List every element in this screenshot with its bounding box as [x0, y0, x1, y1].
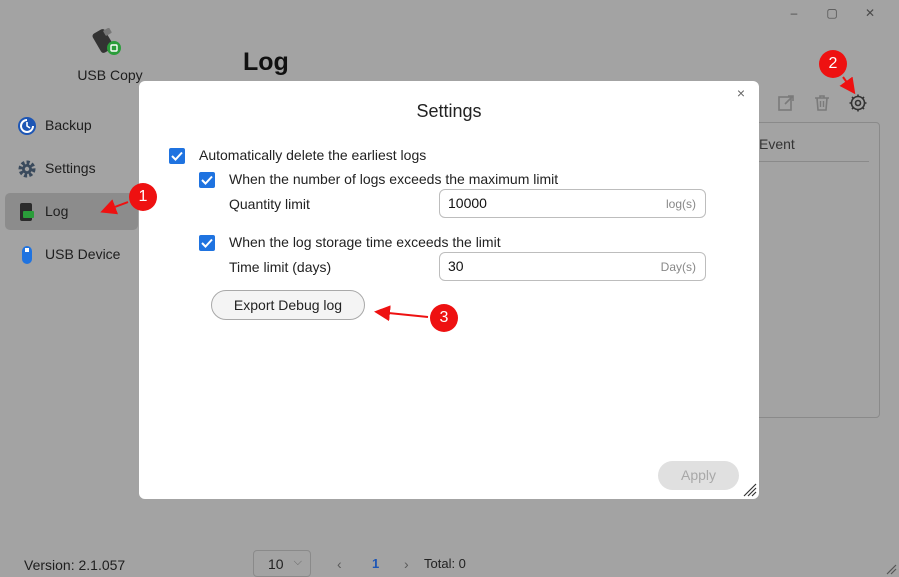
- backup-icon: [18, 117, 36, 135]
- window-controls: – ▢ ✕: [775, 4, 889, 22]
- gear-icon[interactable]: [848, 93, 868, 113]
- sidebar-item-settings[interactable]: Settings: [5, 150, 138, 187]
- maximize-button[interactable]: ▢: [813, 4, 851, 22]
- export-icon[interactable]: [776, 93, 796, 113]
- usb-copy-logo-icon: [92, 28, 121, 55]
- annotation-marker-1: 1: [129, 183, 157, 211]
- annotation-marker-2: 2: [819, 50, 847, 78]
- dialog-resize-grip-icon[interactable]: [741, 481, 757, 497]
- log-icon: [20, 203, 34, 221]
- total-count: Total: 0: [424, 556, 466, 571]
- close-window-button[interactable]: ✕: [851, 4, 889, 22]
- header-divider: [747, 161, 869, 162]
- close-icon[interactable]: ×: [737, 85, 745, 101]
- sidebar-item-label: USB Device: [45, 246, 121, 262]
- trash-icon[interactable]: [812, 93, 832, 113]
- auto-delete-checkbox[interactable]: [169, 148, 185, 164]
- gear-icon: [18, 160, 36, 178]
- auto-delete-label: Automatically delete the earliest logs: [199, 147, 427, 163]
- sidebar-item-log[interactable]: Log: [5, 193, 138, 230]
- apply-button[interactable]: Apply: [658, 461, 739, 490]
- max-count-label: When the number of logs exceeds the maxi…: [229, 171, 559, 187]
- max-count-checkbox[interactable]: [199, 172, 215, 188]
- annotation-marker-3: 3: [430, 304, 458, 332]
- time-limit-checkbox-label: When the log storage time exceeds the li…: [229, 234, 501, 250]
- export-debug-log-button[interactable]: Export Debug log: [211, 290, 365, 320]
- time-unit: Day(s): [660, 260, 696, 274]
- sidebar-item-usb-device[interactable]: USB Device: [5, 236, 138, 273]
- quantity-limit-input[interactable]: [448, 195, 638, 211]
- chevron-down-icon: ⌵: [293, 556, 302, 568]
- usb-device-icon: [22, 246, 32, 264]
- page-size-select[interactable]: 10 ⌵: [253, 550, 311, 577]
- window-resize-grip-icon[interactable]: [885, 563, 897, 575]
- sidebar-item-label: Settings: [45, 160, 96, 176]
- sidebar-item-backup[interactable]: Backup: [5, 107, 138, 144]
- page-size-value: 10: [268, 556, 284, 572]
- column-header-event: Event: [759, 136, 795, 152]
- sidebar-item-label: Backup: [45, 117, 92, 133]
- prev-page-icon[interactable]: ‹: [337, 556, 342, 572]
- time-limit-checkbox[interactable]: [199, 235, 215, 251]
- quantity-unit: log(s): [665, 197, 696, 211]
- time-limit-input[interactable]: [448, 258, 638, 274]
- minimize-button[interactable]: –: [775, 4, 813, 22]
- app-window: – ▢ ✕ USB Copy Backup Settings Log USB D…: [0, 0, 899, 577]
- quantity-limit-field[interactable]: log(s): [439, 189, 706, 218]
- next-page-icon[interactable]: ›: [404, 556, 409, 572]
- settings-dialog: Settings × Automatically delete the earl…: [139, 81, 759, 499]
- dialog-title: Settings: [416, 101, 482, 121]
- time-limit-field[interactable]: Day(s): [439, 252, 706, 281]
- log-table: Event: [746, 122, 880, 418]
- time-limit-label: Time limit (days): [229, 259, 332, 275]
- sidebar-item-label: Log: [45, 203, 69, 219]
- page-title: Log: [243, 48, 289, 76]
- version-label: Version: 2.1.057: [24, 557, 126, 573]
- current-page[interactable]: 1: [372, 556, 379, 571]
- quantity-limit-label: Quantity limit: [229, 196, 310, 212]
